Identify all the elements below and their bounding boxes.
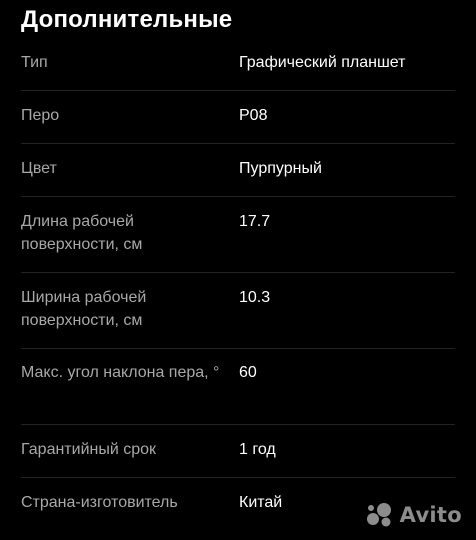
spec-value: Пурпурный: [239, 160, 322, 177]
spec-value: 17.7: [239, 213, 271, 230]
spec-label: Гарантийный срок: [21, 441, 157, 458]
spec-row-type: Тип Графический планшет: [0, 38, 476, 91]
spec-label: Цвет: [21, 160, 57, 177]
avito-wordmark: Avito: [399, 503, 462, 527]
spec-row-width: Ширина рабочей поверхности, см 10.3: [0, 273, 476, 349]
spec-row-tilt: Макс. угол наклона пера, ° 60: [0, 349, 476, 425]
spec-value: 1 год: [239, 441, 276, 458]
avito-logo-icon: [366, 502, 394, 528]
spec-label: Макс. угол наклона пера, °: [21, 364, 220, 381]
spec-label: Тип: [21, 54, 48, 71]
spec-value: 10.3: [239, 289, 271, 306]
spec-value: 60: [239, 364, 257, 381]
spec-value: Графический планшет: [239, 54, 406, 71]
section-title: Дополнительные: [21, 6, 233, 33]
spec-row-color: Цвет Пурпурный: [0, 144, 476, 197]
spec-row-length: Длина рабочей поверхности, см 17.7: [0, 197, 476, 273]
specs-table: Тип Графический планшет Перо P08 Цвет Пу…: [0, 38, 476, 531]
spec-label: Длина рабочей поверхности, см: [21, 213, 143, 253]
spec-value: P08: [239, 107, 268, 124]
spec-label: Перо: [21, 107, 60, 124]
spec-row-warranty: Гарантийный срок 1 год: [0, 425, 476, 478]
spec-label: Страна-изготовитель: [21, 494, 178, 511]
avito-watermark: Avito: [366, 502, 462, 528]
spec-row-pen: Перо P08: [0, 91, 476, 144]
spec-label: Ширина рабочей поверхности, см: [21, 289, 147, 329]
